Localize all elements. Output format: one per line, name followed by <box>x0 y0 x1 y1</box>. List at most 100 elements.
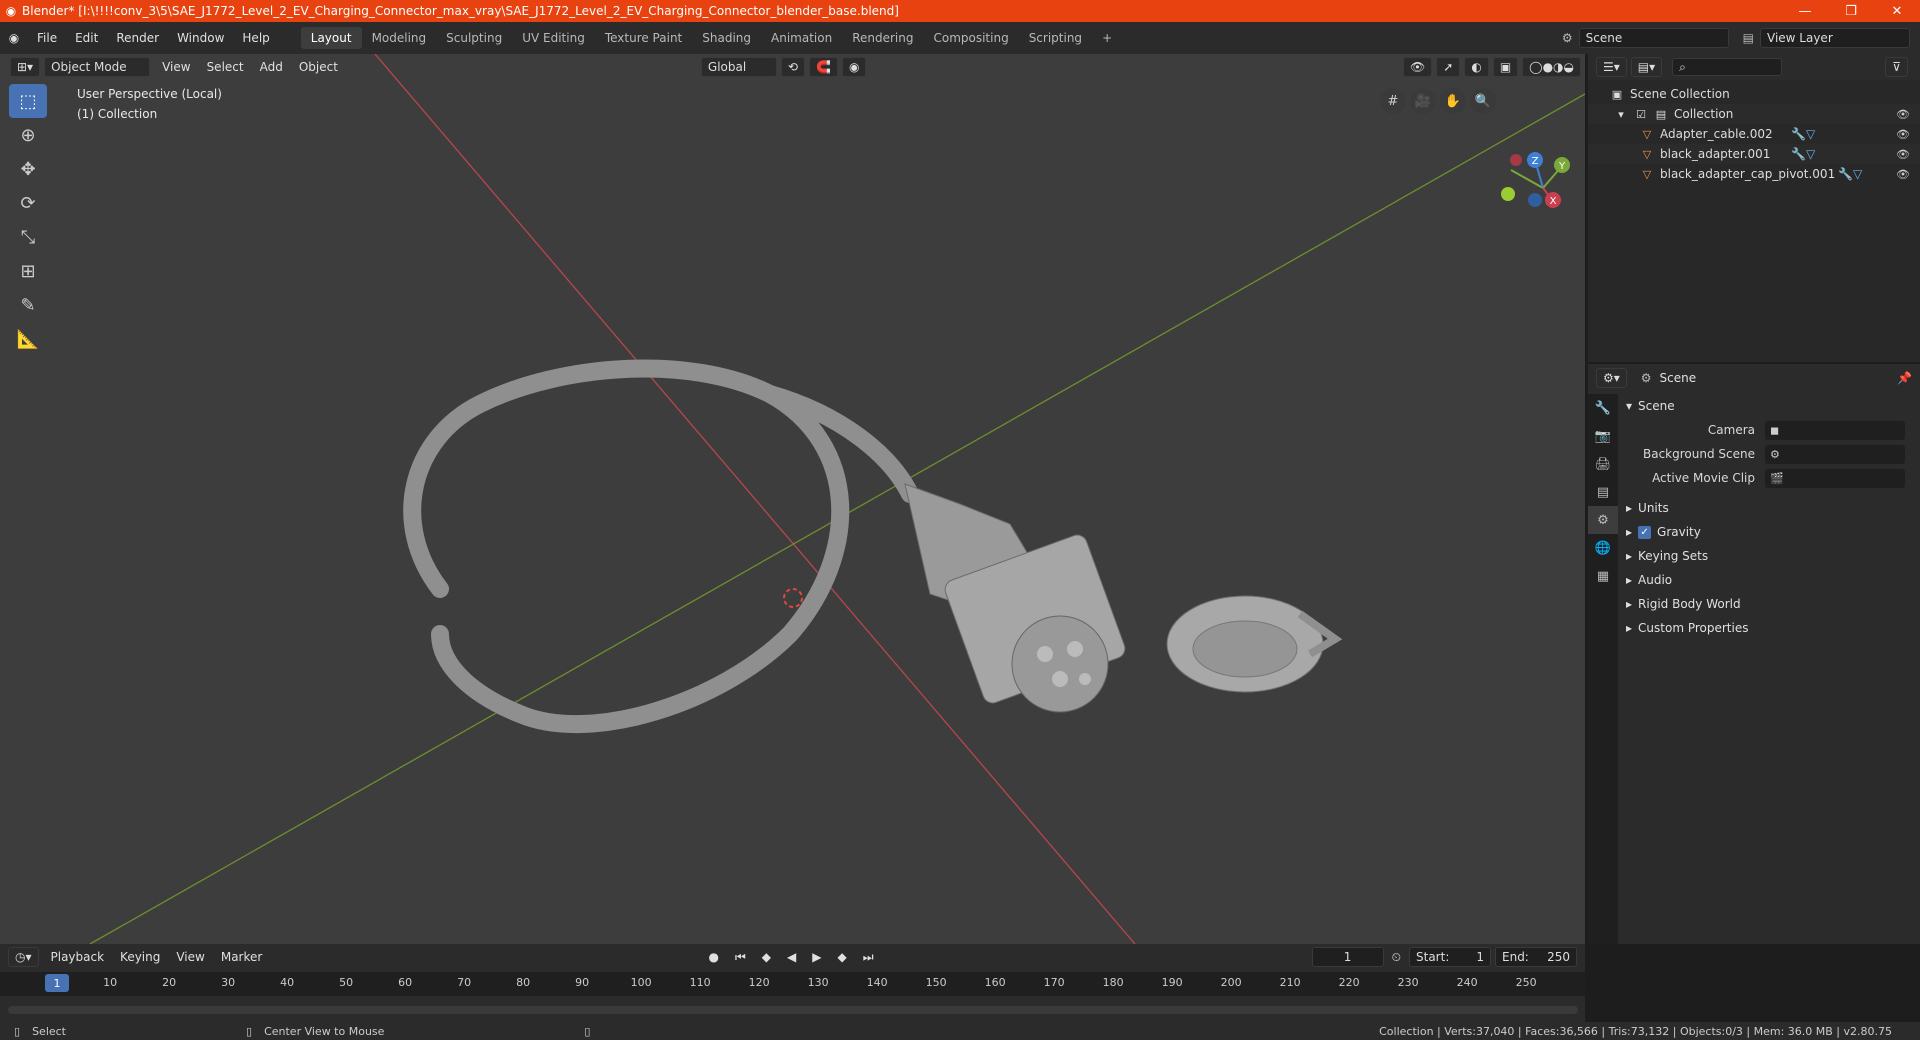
shading-modes-icon[interactable]: ◯●◑◒ <box>1522 57 1581 77</box>
clock-icon[interactable]: ⏲ <box>1384 948 1409 967</box>
scale-icon[interactable]: ⤡ <box>9 220 47 254</box>
end-frame-field[interactable]: End: 250 <box>1495 947 1577 967</box>
annotate-icon[interactable]: ✎ <box>9 288 47 322</box>
grid-view-icon[interactable]: # <box>1380 88 1406 114</box>
rotate-icon[interactable]: ⟳ <box>9 186 47 220</box>
overlay-toggle-icon[interactable]: ◐ <box>1464 57 1489 77</box>
tab-texture-paint[interactable]: Texture Paint <box>595 27 692 49</box>
properties-editor-type-icon[interactable]: ⚙▾ <box>1596 368 1627 388</box>
outliner-item-adapter-cable[interactable]: ▽ Adapter_cable.002 🔧▽ 👁 <box>1588 124 1920 144</box>
timeline-menu-keying[interactable]: Keying <box>112 948 168 966</box>
tab-layout[interactable]: Layout <box>300 27 362 49</box>
prev-keyframe-icon[interactable]: ◆ <box>754 948 779 966</box>
tab-sculpting[interactable]: Sculpting <box>436 27 512 49</box>
filter-icon[interactable]: ⊽ <box>1885 57 1908 77</box>
checkbox-icon[interactable]: ☑ <box>1634 107 1648 121</box>
current-frame-marker[interactable]: 1 <box>45 974 69 992</box>
measure-icon[interactable]: 📐 <box>9 322 47 356</box>
camera-view-icon[interactable]: 🎥 <box>1410 88 1436 114</box>
current-frame-field[interactable]: 1 <box>1311 947 1384 967</box>
visibility-icon[interactable]: 👁 <box>1403 57 1433 77</box>
select-box-icon[interactable]: ⬚ <box>9 84 47 118</box>
gravity-checkbox[interactable]: ✓ <box>1638 525 1652 539</box>
cursor-icon[interactable]: ⊕ <box>9 118 47 152</box>
timeline-scrollbar[interactable] <box>8 1006 1578 1014</box>
units-section[interactable]: ▸ Units <box>1620 496 1920 520</box>
viewport-menu-object[interactable]: Object <box>291 58 346 76</box>
eye-icon[interactable]: 👁 <box>1896 128 1910 141</box>
3d-viewport[interactable]: Z Y X <box>0 54 1585 944</box>
outliner-item-black-adapter-cap[interactable]: ▽ black_adapter_cap_pivot.001 🔧▽ 👁 <box>1588 164 1920 184</box>
gizmo-toggle-icon[interactable]: ➚ <box>1436 57 1461 77</box>
gravity-section[interactable]: ▸ ✓ Gravity <box>1620 520 1920 544</box>
expand-arrow-icon[interactable]: ▾ <box>1614 107 1628 121</box>
tab-modeling[interactable]: Modeling <box>362 27 437 49</box>
maximize-button[interactable]: ❐ <box>1828 4 1874 19</box>
scene-section-header[interactable]: ▾ Scene <box>1620 394 1920 418</box>
viewport-menu-select[interactable]: Select <box>199 58 252 76</box>
world-tab-icon[interactable]: 🌐 <box>1588 534 1618 562</box>
view-layer-selector[interactable]: View Layer <box>1760 28 1910 48</box>
timeline-menu-view[interactable]: View <box>168 948 212 966</box>
custom-properties-section[interactable]: ▸ Custom Properties <box>1620 616 1920 640</box>
eye-icon[interactable]: 👁 <box>1896 168 1910 181</box>
audio-section[interactable]: ▸ Audio <box>1620 568 1920 592</box>
display-mode-icon[interactable]: ▤▾ <box>1630 57 1663 77</box>
viewport-menu-view[interactable]: View <box>154 58 198 76</box>
menu-help[interactable]: Help <box>233 31 278 45</box>
next-keyframe-icon[interactable]: ◆ <box>829 948 854 966</box>
pan-hand-icon[interactable]: ✋ <box>1440 88 1466 114</box>
menu-render[interactable]: Render <box>107 31 168 45</box>
timeline-menu-marker[interactable]: Marker <box>213 948 270 966</box>
output-tab-icon[interactable]: 🖨 <box>1588 450 1618 478</box>
mode-selector[interactable]: Object Mode <box>44 57 151 77</box>
scene-selector[interactable]: Scene <box>1578 28 1729 48</box>
tab-shading[interactable]: Shading <box>692 27 761 49</box>
tool-tab-icon[interactable]: 🔧 <box>1588 394 1618 422</box>
minimize-button[interactable]: — <box>1782 4 1828 19</box>
texture-tab-icon[interactable]: ▦ <box>1588 562 1618 590</box>
pivot-icon[interactable]: ⟲ <box>780 57 805 77</box>
eye-icon[interactable]: 👁 <box>1896 148 1910 161</box>
tab-compositing[interactable]: Compositing <box>923 27 1018 49</box>
menu-edit[interactable]: Edit <box>66 31 107 45</box>
transform-icon[interactable]: ⊞ <box>9 254 47 288</box>
tab-rendering[interactable]: Rendering <box>842 27 923 49</box>
snap-icon[interactable]: 🧲 <box>808 57 838 77</box>
keying-sets-section[interactable]: ▸ Keying Sets <box>1620 544 1920 568</box>
close-button[interactable]: ✕ <box>1874 4 1920 19</box>
jump-start-icon[interactable]: ⏮ <box>727 948 754 967</box>
zoom-icon[interactable]: 🔍 <box>1470 88 1496 114</box>
blender-menu-icon[interactable]: ◉ <box>0 31 28 45</box>
tab-animation[interactable]: Animation <box>761 27 842 49</box>
menu-file[interactable]: File <box>28 31 66 45</box>
add-workspace-button[interactable]: + <box>1092 27 1122 49</box>
timeline-menu-playback[interactable]: Playback <box>43 948 113 966</box>
tab-scripting[interactable]: Scripting <box>1019 27 1092 49</box>
jump-end-icon[interactable]: ⏭ <box>855 948 882 967</box>
play-icon[interactable]: ▶ <box>804 948 829 966</box>
menu-window[interactable]: Window <box>168 31 233 45</box>
rigid-body-world-section[interactable]: ▸ Rigid Body World <box>1620 592 1920 616</box>
eye-icon[interactable]: 👁 <box>1896 108 1910 121</box>
viewport-menu-add[interactable]: Add <box>252 58 291 76</box>
timeline-editor-type-icon[interactable]: ◷▾ <box>8 947 39 967</box>
background-scene-input[interactable]: ⚙ <box>1765 444 1905 464</box>
play-reverse-icon[interactable]: ◀ <box>779 948 804 966</box>
timeline-ruler[interactable]: 1 10 20 30 40 50 60 70 80 90 100 110 120 130 140 150 160… <box>0 972 1585 996</box>
orientation-selector[interactable]: Global <box>700 57 777 77</box>
view-layer-tab-icon[interactable]: ▤ <box>1588 478 1618 506</box>
render-tab-icon[interactable]: 📷 <box>1588 422 1618 450</box>
tab-uv-editing[interactable]: UV Editing <box>512 27 595 49</box>
outliner-collection[interactable]: ▾ ☑ ▤ Collection 👁 <box>1588 104 1920 124</box>
scene-tab-icon[interactable]: ⚙ <box>1588 506 1618 534</box>
move-icon[interactable]: ✥ <box>9 152 47 186</box>
outliner-search-input[interactable]: ⌕ <box>1672 58 1783 76</box>
outliner-editor-type-icon[interactable]: ☰▾ <box>1596 57 1627 77</box>
pin-icon[interactable]: 📌 <box>1897 371 1912 385</box>
camera-input[interactable]: ◼ <box>1765 420 1905 440</box>
xray-icon[interactable]: ▣ <box>1492 57 1519 77</box>
movie-clip-input[interactable]: 🎬 <box>1765 468 1905 488</box>
proportional-edit-icon[interactable]: ◉ <box>841 57 867 77</box>
outliner-item-black-adapter[interactable]: ▽ black_adapter.001 🔧▽ 👁 <box>1588 144 1920 164</box>
